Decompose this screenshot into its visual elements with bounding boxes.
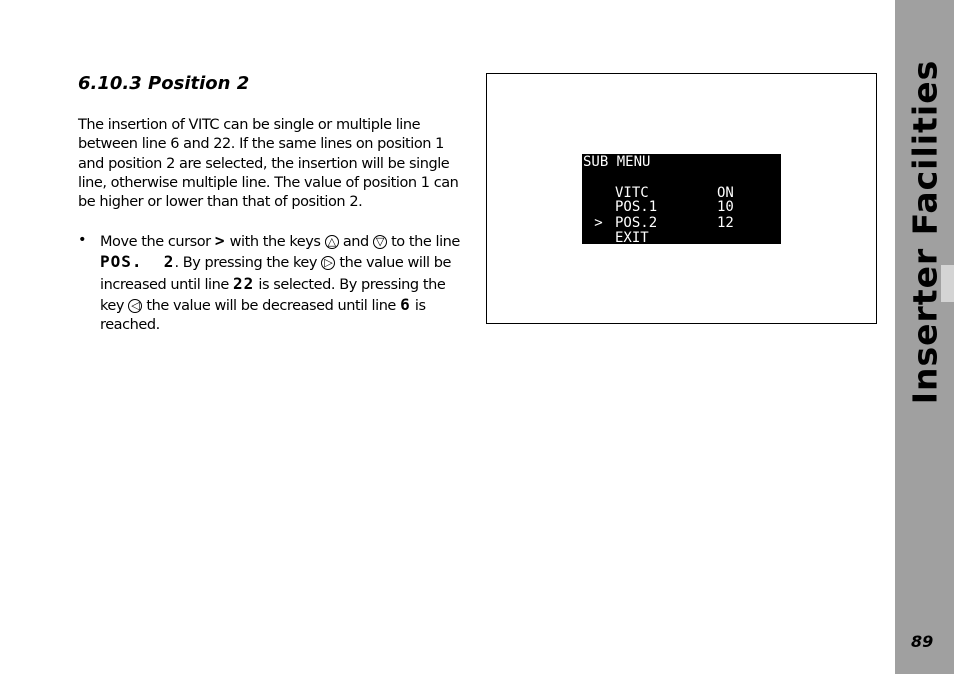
down-key-icon: ▽ (372, 235, 387, 249)
menu-row: VITC ON (582, 186, 734, 201)
line-name: POS. 2 (100, 252, 175, 272)
row-value: 10 (717, 199, 734, 215)
text: to the line (386, 234, 460, 250)
text: with the keys (225, 234, 325, 250)
text: and (338, 234, 373, 250)
up-key-icon: △ (324, 235, 339, 249)
menu-row: POS.1 10 (582, 200, 734, 215)
menu-row: EXIT (582, 230, 717, 245)
row-label: EXIT (615, 230, 649, 245)
section-title: 6.10.3 Position 2 (78, 73, 250, 94)
text: Move the cursor (100, 234, 215, 250)
row-cursor (582, 231, 615, 244)
menu-row-selected: > POS.2 12 (582, 216, 734, 231)
lcd-display: SUB MENU VITC ON POS.1 10 > POS.2 12 EXIT (582, 154, 781, 244)
min-line: 6 (400, 294, 411, 314)
chapter-title: Inserter Facilities (905, 59, 945, 405)
row-cursor: > (594, 215, 603, 231)
row-value: 12 (717, 215, 734, 231)
row-label: POS.1 (615, 199, 658, 215)
body-paragraph: The insertion of VITC can be single or m… (78, 117, 459, 211)
row-label: POS.2 (615, 215, 658, 231)
right-key-icon: ▷ (321, 256, 336, 271)
row-cursor (582, 200, 615, 215)
bullet-dot: • (78, 232, 87, 248)
instruction-text: Move the cursor > with the keys △ and ▽ … (100, 231, 473, 335)
left-key-icon: ◁ (128, 298, 143, 313)
page-number: 89 (911, 632, 934, 651)
cursor-symbol: > (214, 231, 226, 250)
max-line: 22 (233, 273, 255, 293)
text: the value will be decreased until line (142, 297, 401, 314)
display-title: SUB MENU (583, 154, 651, 170)
instruction-bullet: • Move the cursor > with the keys △ and … (78, 231, 473, 335)
text: . By pressing the key (174, 255, 322, 272)
